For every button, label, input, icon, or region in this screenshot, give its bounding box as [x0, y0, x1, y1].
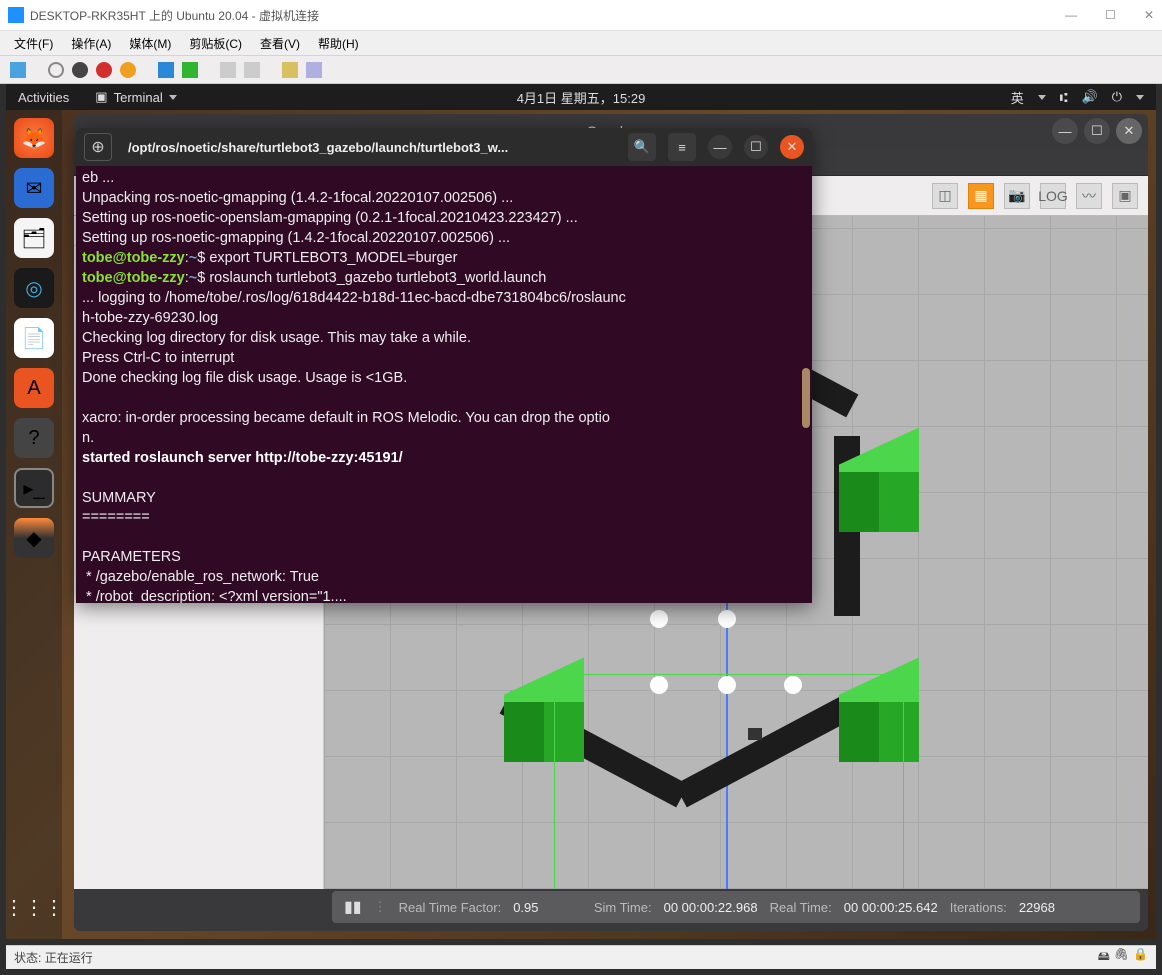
- turnoff-icon[interactable]: [72, 62, 88, 78]
- terminal-close-button[interactable]: ✕: [780, 135, 804, 159]
- windows-statusbar: 状态: 正在运行 🖴 🖇 🔒: [6, 945, 1156, 969]
- enhanced-icon[interactable]: [282, 62, 298, 78]
- terminal-title-text: /opt/ros/noetic/share/turtlebot3_gazebo/…: [128, 140, 620, 155]
- terminal-titlebar[interactable]: ⊕ /opt/ros/noetic/share/turtlebot3_gazeb…: [76, 128, 812, 166]
- obstacle-dot: [718, 676, 736, 694]
- chevron-down-icon[interactable]: [1136, 95, 1144, 100]
- iterations-value: 22968: [1019, 900, 1055, 915]
- pause-icon[interactable]: [158, 62, 174, 78]
- dock-writer[interactable]: 📄: [14, 318, 54, 358]
- hamburger-menu-button[interactable]: ≡: [668, 133, 696, 161]
- windows-toolbar: [0, 56, 1162, 84]
- log-icon[interactable]: LOG: [1040, 183, 1066, 209]
- power-icon[interactable]: ⏻: [1112, 89, 1122, 105]
- menu-file[interactable]: 文件(F): [14, 35, 53, 52]
- record-icon[interactable]: ▣: [1112, 183, 1138, 209]
- obstacle-dot: [650, 610, 668, 628]
- share-icon[interactable]: [306, 62, 322, 78]
- ubuntu-dock: 🦊 ✉ 🗂 ◎ 📄 A ? ▸_ ◆ ⋮⋮⋮: [6, 110, 62, 939]
- obstacle-dot: [784, 676, 802, 694]
- status-lock-icon: 🔒: [1133, 947, 1148, 968]
- input-lang[interactable]: 英: [1011, 88, 1024, 107]
- dock-thunderbird[interactable]: ✉: [14, 168, 54, 208]
- windows-titlebar: DESKTOP-RKR35HT 上的 Ubuntu 20.04 - 虚拟机连接 …: [0, 0, 1162, 30]
- volume-icon[interactable]: 🔊: [1082, 89, 1098, 105]
- status-label: 状态:: [14, 949, 41, 966]
- gazebo-close-button[interactable]: ✕: [1116, 118, 1142, 144]
- dock-software[interactable]: A: [14, 368, 54, 408]
- window-title: DESKTOP-RKR35HT 上的 Ubuntu 20.04 - 虚拟机连接: [30, 7, 319, 24]
- plot-icon[interactable]: 〰: [1076, 183, 1102, 209]
- sim-time-value: 00 00:00:22.968: [664, 900, 758, 915]
- terminal-minimize-button[interactable]: —: [708, 135, 732, 159]
- terminal-output[interactable]: eb ... Unpacking ros-noetic-gmapping (1.…: [76, 166, 812, 603]
- status-value: 正在运行: [45, 949, 93, 966]
- start-icon[interactable]: [48, 62, 64, 78]
- windows-menubar: 文件(F) 操作(A) 媒体(M) 剪贴板(C) 查看(V) 帮助(H): [0, 30, 1162, 56]
- menu-view[interactable]: 查看(V): [260, 35, 300, 52]
- dock-firefox[interactable]: 🦊: [14, 118, 54, 158]
- dock-rhythmbox[interactable]: ◎: [14, 268, 54, 308]
- new-tab-button[interactable]: ⊕: [84, 133, 112, 161]
- ctrl-alt-del-icon[interactable]: [10, 62, 26, 78]
- obstacle-dot: [718, 610, 736, 628]
- real-time-value: 00 00:00:25.642: [844, 900, 938, 915]
- gazebo-minimize-button[interactable]: —: [1052, 118, 1078, 144]
- chevron-down-icon: [1038, 95, 1046, 100]
- screenshot-icon[interactable]: 📷: [1004, 183, 1030, 209]
- menu-media[interactable]: 媒体(M): [129, 35, 171, 52]
- chevron-down-icon[interactable]: [169, 95, 177, 100]
- terminal-window: ⊕ /opt/ros/noetic/share/turtlebot3_gazeb…: [76, 128, 812, 603]
- revert-icon[interactable]: [244, 62, 260, 78]
- save-icon[interactable]: [120, 62, 136, 78]
- terminal-app-label[interactable]: Terminal: [114, 90, 163, 105]
- real-time-label: Real Time:: [770, 900, 832, 915]
- view-angle-icon[interactable]: ◫: [932, 183, 958, 209]
- turtlebot-robot: [748, 728, 762, 740]
- dock-gazebo[interactable]: ◆: [14, 518, 54, 558]
- menu-clipboard[interactable]: 剪贴板(C): [189, 35, 242, 52]
- status-disk-icon: 🖴: [1098, 947, 1110, 968]
- obstacle-dot: [650, 676, 668, 694]
- iterations-label: Iterations:: [950, 900, 1007, 915]
- terminal-maximize-button[interactable]: ☐: [744, 135, 768, 159]
- menu-action[interactable]: 操作(A): [71, 35, 111, 52]
- dock-help[interactable]: ?: [14, 418, 54, 458]
- menu-help[interactable]: 帮助(H): [318, 35, 359, 52]
- pause-sim-button[interactable]: ▮▮: [344, 897, 362, 917]
- dock-show-apps[interactable]: ⋮⋮⋮: [14, 887, 54, 927]
- gazebo-maximize-button[interactable]: ☐: [1084, 118, 1110, 144]
- network-icon[interactable]: ⑆: [1060, 90, 1068, 105]
- cube-pillar: [839, 446, 919, 538]
- checkpoint-icon[interactable]: [220, 62, 236, 78]
- status-usb-icon: 🖇: [1114, 947, 1129, 968]
- app-icon: [8, 7, 24, 23]
- clock[interactable]: 4月1日 星期五，15:29: [517, 88, 646, 107]
- close-button[interactable]: ✕: [1144, 8, 1154, 22]
- dock-terminal[interactable]: ▸_: [14, 468, 54, 508]
- maximize-button[interactable]: ☐: [1105, 8, 1116, 22]
- activities-button[interactable]: Activities: [18, 90, 69, 105]
- terminal-scrollbar[interactable]: [802, 368, 810, 428]
- rtf-value: 0.95: [513, 900, 538, 915]
- rtf-label: Real Time Factor:: [399, 900, 502, 915]
- search-button[interactable]: 🔍: [628, 133, 656, 161]
- terminal-icon: ▣: [95, 89, 107, 105]
- transparent-icon[interactable]: ▦: [968, 183, 994, 209]
- sim-time-label: Sim Time:: [594, 900, 652, 915]
- shutdown-icon[interactable]: [96, 62, 112, 78]
- gazebo-statusbar: ▮▮ ⋮ Real Time Factor: 0.95 Sim Time: 00…: [332, 891, 1140, 923]
- start-vm-icon[interactable]: [182, 62, 198, 78]
- selection-box: [554, 674, 904, 889]
- minimize-button[interactable]: —: [1065, 8, 1077, 22]
- ubuntu-topbar: Activities ▣ Terminal 4月1日 星期五，15:29 英 ⑆…: [6, 84, 1156, 110]
- dock-files[interactable]: 🗂: [14, 218, 54, 258]
